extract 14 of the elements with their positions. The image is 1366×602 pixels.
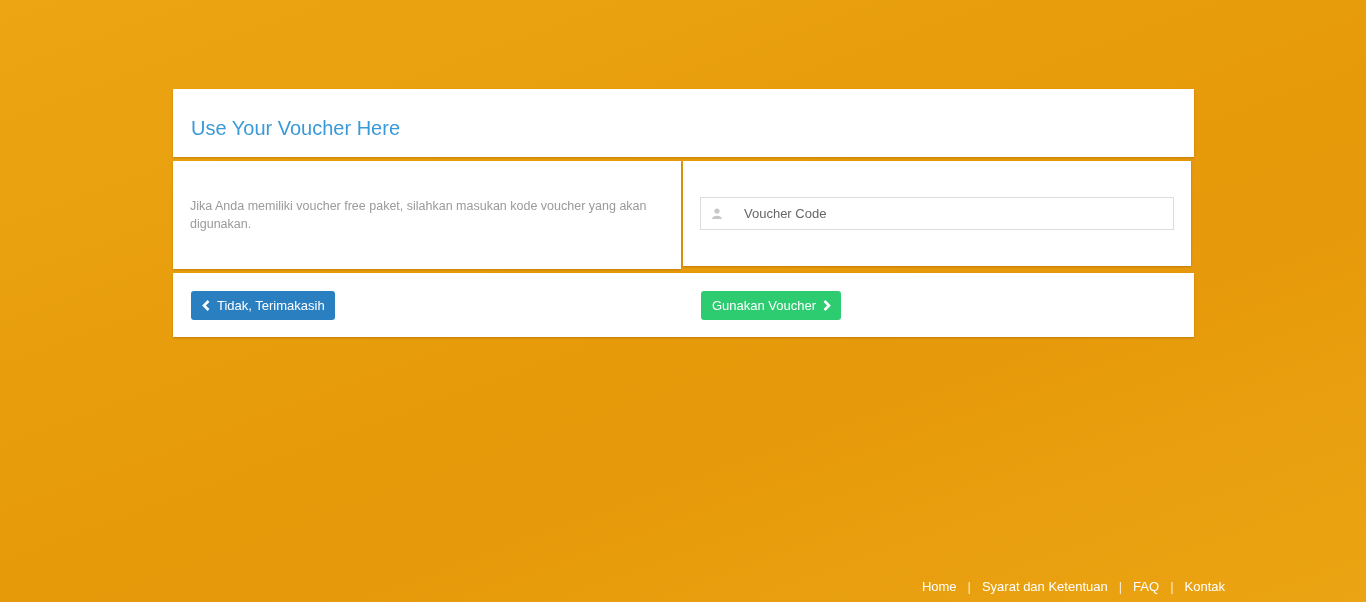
footer-link[interactable]: Syarat dan Ketentuan [981, 579, 1108, 594]
footer-separator: | [1169, 579, 1175, 594]
footer-separator: | [1117, 579, 1124, 594]
card-title: Use Your Voucher Here [191, 116, 401, 140]
voucher-description: Jika Anda memiliki voucher free paket, silahkan masukan kode voucher yang akan digunakan. [190, 198, 648, 233]
back-button[interactable]: Tidak, Terimakasih [191, 290, 335, 320]
chevron-left-icon [202, 299, 210, 311]
footer-link[interactable]: Kontak [1184, 579, 1225, 594]
footer-separator: | [966, 579, 972, 594]
use-voucher-button[interactable]: Gunakan Voucher [701, 290, 842, 320]
footer-link[interactable]: FAQ [1133, 579, 1160, 594]
chevron-right-icon [823, 299, 832, 311]
footer-link[interactable]: Home [921, 579, 957, 594]
voucher-code-field[interactable]: Voucher Code [700, 197, 1174, 230]
